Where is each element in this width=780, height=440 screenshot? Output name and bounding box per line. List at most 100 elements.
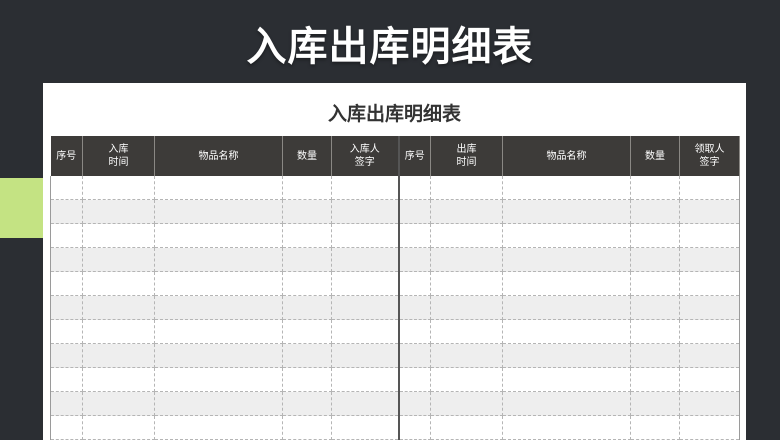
outbound-qty-cell[interactable] (630, 247, 680, 272)
outbound-time-cell[interactable] (430, 199, 503, 224)
outbound-index-cell[interactable] (397, 343, 431, 368)
inbound-time-cell[interactable] (82, 295, 155, 320)
outbound-item-cell[interactable] (502, 176, 631, 200)
inbound-item-cell[interactable] (154, 295, 283, 320)
inbound-time-cell[interactable] (82, 319, 155, 344)
inbound-item-cell[interactable] (154, 176, 283, 200)
outbound-index-cell[interactable] (397, 199, 431, 224)
inbound-qty-cell[interactable] (282, 223, 332, 248)
inbound-item-cell[interactable] (154, 319, 283, 344)
outbound-item-cell[interactable] (502, 223, 631, 248)
inbound-qty-cell[interactable] (282, 176, 332, 200)
inbound-index-cell[interactable] (50, 319, 83, 344)
inbound-index-cell[interactable] (50, 415, 83, 440)
inbound-sign-cell[interactable] (331, 176, 399, 200)
outbound-sign-cell[interactable] (679, 391, 740, 416)
outbound-sign-cell[interactable] (679, 247, 740, 272)
inbound-time-cell[interactable] (82, 391, 155, 416)
outbound-index-cell[interactable] (397, 271, 431, 296)
outbound-time-cell[interactable] (430, 343, 503, 368)
inbound-sign-cell[interactable] (331, 271, 399, 296)
outbound-sign-cell[interactable] (679, 271, 740, 296)
inbound-index-cell[interactable] (50, 176, 83, 200)
outbound-time-cell[interactable] (430, 415, 503, 440)
inbound-item-cell[interactable] (154, 391, 283, 416)
outbound-qty-cell[interactable] (630, 343, 680, 368)
inbound-time-cell[interactable] (82, 343, 155, 368)
outbound-sign-cell[interactable] (679, 367, 740, 392)
outbound-qty-cell[interactable] (630, 319, 680, 344)
outbound-item-cell[interactable] (502, 343, 631, 368)
outbound-time-cell[interactable] (430, 247, 503, 272)
outbound-qty-cell[interactable] (630, 223, 680, 248)
outbound-item-cell[interactable] (502, 247, 631, 272)
inbound-qty-cell[interactable] (282, 319, 332, 344)
outbound-index-cell[interactable] (397, 367, 431, 392)
outbound-qty-cell[interactable] (630, 415, 680, 440)
outbound-item-cell[interactable] (502, 199, 631, 224)
inbound-sign-cell[interactable] (331, 319, 399, 344)
outbound-index-cell[interactable] (397, 247, 431, 272)
outbound-time-cell[interactable] (430, 391, 503, 416)
outbound-index-cell[interactable] (397, 223, 431, 248)
inbound-index-cell[interactable] (50, 223, 83, 248)
inbound-sign-cell[interactable] (331, 223, 399, 248)
inbound-qty-cell[interactable] (282, 271, 332, 296)
outbound-sign-cell[interactable] (679, 176, 740, 200)
outbound-item-cell[interactable] (502, 415, 631, 440)
inbound-qty-cell[interactable] (282, 295, 332, 320)
inbound-qty-cell[interactable] (282, 343, 332, 368)
inbound-index-cell[interactable] (50, 199, 83, 224)
outbound-qty-cell[interactable] (630, 271, 680, 296)
inbound-item-cell[interactable] (154, 223, 283, 248)
inbound-qty-cell[interactable] (282, 391, 332, 416)
inbound-item-cell[interactable] (154, 271, 283, 296)
outbound-item-cell[interactable] (502, 271, 631, 296)
inbound-index-cell[interactable] (50, 271, 83, 296)
outbound-index-cell[interactable] (397, 295, 431, 320)
outbound-time-cell[interactable] (430, 176, 503, 200)
inbound-item-cell[interactable] (154, 343, 283, 368)
inbound-sign-cell[interactable] (331, 247, 399, 272)
outbound-qty-cell[interactable] (630, 295, 680, 320)
outbound-qty-cell[interactable] (630, 367, 680, 392)
outbound-item-cell[interactable] (502, 319, 631, 344)
outbound-item-cell[interactable] (502, 367, 631, 392)
outbound-index-cell[interactable] (397, 391, 431, 416)
inbound-index-cell[interactable] (50, 367, 83, 392)
inbound-index-cell[interactable] (50, 247, 83, 272)
inbound-time-cell[interactable] (82, 247, 155, 272)
outbound-time-cell[interactable] (430, 223, 503, 248)
inbound-index-cell[interactable] (50, 295, 83, 320)
inbound-sign-cell[interactable] (331, 367, 399, 392)
inbound-time-cell[interactable] (82, 271, 155, 296)
outbound-time-cell[interactable] (430, 271, 503, 296)
outbound-item-cell[interactable] (502, 391, 631, 416)
outbound-sign-cell[interactable] (679, 223, 740, 248)
outbound-item-cell[interactable] (502, 295, 631, 320)
inbound-qty-cell[interactable] (282, 199, 332, 224)
inbound-sign-cell[interactable] (331, 415, 399, 440)
inbound-sign-cell[interactable] (331, 295, 399, 320)
inbound-sign-cell[interactable] (331, 343, 399, 368)
inbound-index-cell[interactable] (50, 391, 83, 416)
outbound-sign-cell[interactable] (679, 415, 740, 440)
inbound-qty-cell[interactable] (282, 367, 332, 392)
outbound-qty-cell[interactable] (630, 199, 680, 224)
inbound-sign-cell[interactable] (331, 199, 399, 224)
outbound-sign-cell[interactable] (679, 343, 740, 368)
outbound-sign-cell[interactable] (679, 199, 740, 224)
inbound-qty-cell[interactable] (282, 247, 332, 272)
inbound-item-cell[interactable] (154, 367, 283, 392)
outbound-index-cell[interactable] (397, 176, 431, 200)
inbound-time-cell[interactable] (82, 176, 155, 200)
inbound-index-cell[interactable] (50, 343, 83, 368)
inbound-sign-cell[interactable] (331, 391, 399, 416)
outbound-sign-cell[interactable] (679, 319, 740, 344)
outbound-index-cell[interactable] (397, 415, 431, 440)
inbound-time-cell[interactable] (82, 223, 155, 248)
inbound-item-cell[interactable] (154, 247, 283, 272)
inbound-time-cell[interactable] (82, 199, 155, 224)
outbound-sign-cell[interactable] (679, 295, 740, 320)
inbound-time-cell[interactable] (82, 415, 155, 440)
